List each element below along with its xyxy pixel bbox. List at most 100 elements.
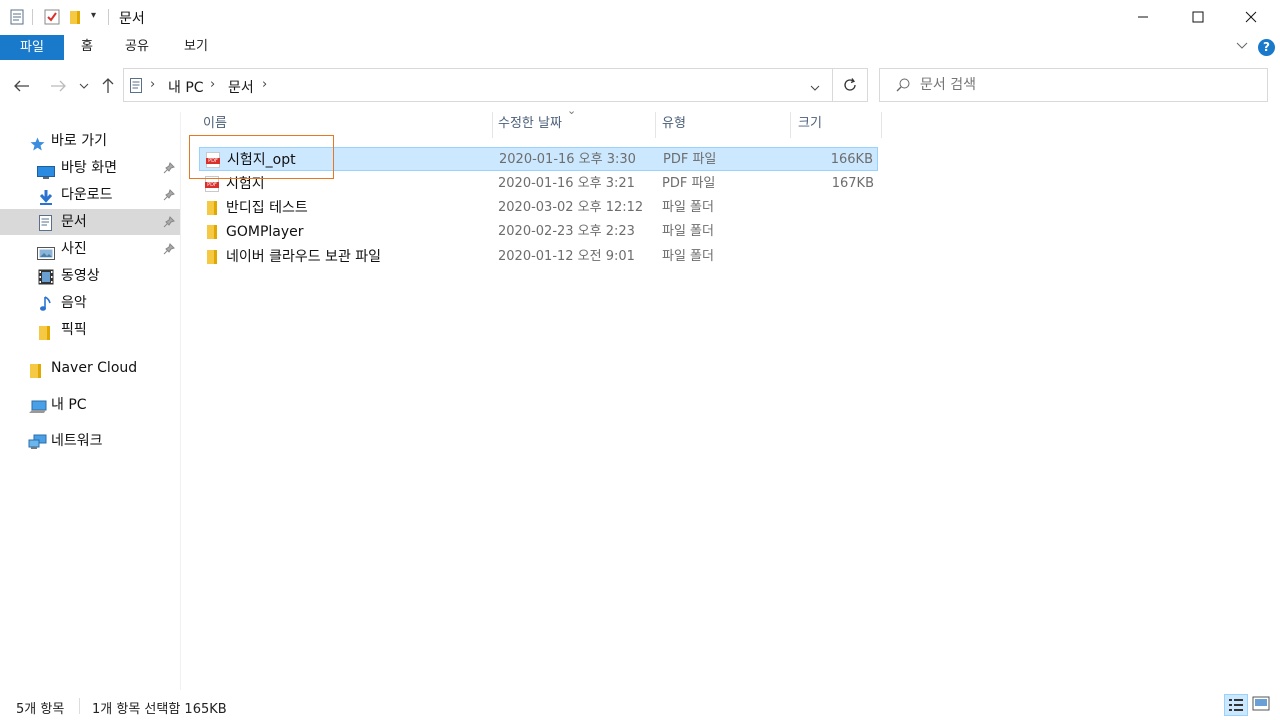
window-title: 문서 — [119, 11, 145, 27]
maximize-button[interactable] — [1175, 0, 1221, 34]
nav-item-this-pc[interactable]: 내 PC — [0, 392, 180, 418]
folder-icon — [30, 361, 42, 387]
breadcrumb-separator-icon[interactable]: › — [210, 77, 215, 92]
file-name: 반디집 테스트 — [226, 200, 308, 216]
selection-info: 1개 항목 선택함 165KB — [92, 702, 227, 717]
file-row[interactable]: 네이버 클라우드 보관 파일 2020-01-12 오전 9:01 파일 폴더 — [199, 245, 878, 269]
file-row[interactable]: 반디집 테스트 2020-03-02 오후 12:12 파일 폴더 — [199, 196, 878, 220]
search-icon — [896, 78, 910, 96]
nav-item-label: 사진 — [61, 241, 87, 257]
pin-icon[interactable] — [163, 209, 175, 228]
file-row[interactable]: GOMPlayer 2020-02-23 오후 2:23 파일 폴더 — [199, 220, 878, 244]
search-box[interactable] — [879, 68, 1268, 102]
column-header-size[interactable]: 크기 — [798, 112, 822, 136]
item-count: 5개 항목 — [16, 702, 65, 717]
customize-toolbar-dropdown-icon[interactable]: ▾ — [91, 10, 96, 21]
folder-icon — [207, 250, 217, 264]
nav-quick-access-label: 바로 가기 — [51, 133, 107, 149]
pin-icon[interactable] — [163, 182, 175, 201]
status-bar: 5개 항목 1개 항목 선택함 165KB — [0, 692, 1280, 720]
address-bar[interactable]: › 내 PC › 문서 › — [123, 68, 833, 102]
breadcrumb-item-pc[interactable]: 내 PC — [168, 77, 204, 97]
forward-button[interactable] — [47, 74, 69, 98]
nav-quick-access[interactable]: 바로 가기 — [0, 128, 180, 154]
nav-item-naver-cloud[interactable]: Naver Cloud — [0, 355, 180, 381]
tab-home[interactable]: 홈 — [81, 34, 93, 60]
folder-icon — [39, 323, 51, 349]
refresh-button[interactable] — [833, 68, 868, 102]
title-bar: ▾ 문서 — [0, 0, 1280, 34]
nav-item-desktop[interactable]: 바탕 화면 — [0, 155, 180, 181]
divider — [108, 9, 109, 25]
file-type: PDF 파일 — [662, 176, 716, 191]
tab-view[interactable]: 보기 — [184, 34, 208, 60]
nav-item-label: 네트워크 — [51, 433, 103, 449]
column-divider[interactable] — [655, 112, 656, 138]
file-type: 파일 폴더 — [662, 224, 714, 239]
nav-item-downloads[interactable]: 다운로드 — [0, 182, 180, 208]
nav-item-label: 바탕 화면 — [61, 160, 117, 176]
nav-item-label: 음악 — [61, 295, 87, 311]
file-type: 파일 폴더 — [662, 249, 714, 264]
pin-icon[interactable] — [163, 236, 175, 255]
large-icons-view-button[interactable] — [1252, 696, 1270, 716]
tab-file[interactable]: 파일 — [0, 35, 64, 60]
pc-icon — [28, 398, 47, 424]
details-view-button[interactable] — [1224, 694, 1248, 716]
pin-icon[interactable] — [163, 155, 175, 174]
properties-icon[interactable] — [44, 9, 60, 25]
nav-item-label: 픽픽 — [61, 322, 87, 338]
address-history-dropdown-icon[interactable] — [810, 81, 820, 96]
close-button[interactable] — [1228, 0, 1274, 34]
file-name: GOMPlayer — [226, 224, 304, 240]
nav-item-label: 내 PC — [51, 397, 87, 413]
breadcrumb-separator-icon[interactable]: › — [150, 77, 155, 92]
nav-item-label: 문서 — [61, 214, 87, 230]
file-date: 2020-03-02 오후 12:12 — [498, 200, 644, 215]
file-size: 167KB — [831, 176, 874, 191]
folder-icon — [207, 201, 217, 215]
search-input[interactable] — [920, 75, 1250, 95]
up-button[interactable] — [97, 74, 119, 98]
file-date: 2020-02-23 오후 2:23 — [498, 224, 635, 239]
column-divider[interactable] — [790, 112, 791, 138]
document-app-icon — [10, 9, 24, 25]
nav-item-label: 다운로드 — [61, 187, 113, 203]
nav-item-documents[interactable]: 문서 — [0, 209, 180, 235]
column-header-type[interactable]: 유형 — [662, 112, 686, 136]
column-header-name[interactable]: 이름 — [203, 112, 227, 136]
network-icon — [28, 433, 47, 459]
recent-locations-dropdown-icon[interactable] — [76, 74, 92, 98]
large-icons-view-icon — [1252, 696, 1270, 711]
tab-share[interactable]: 공유 — [125, 34, 149, 60]
file-name: 네이버 클라우드 보관 파일 — [226, 249, 382, 265]
nav-item-label: 동영상 — [61, 268, 100, 284]
folder-icon — [207, 225, 217, 239]
file-date: 2020-01-16 오후 3:30 — [499, 152, 636, 167]
help-icon[interactable]: ? — [1258, 39, 1275, 56]
expand-ribbon-chevron-icon[interactable] — [1236, 40, 1248, 54]
document-icon — [130, 78, 142, 97]
breadcrumb-separator-icon[interactable]: › — [262, 77, 267, 92]
minimize-button[interactable] — [1120, 0, 1166, 34]
nav-item-network[interactable]: 네트워크 — [0, 428, 180, 454]
details-view-icon — [1229, 699, 1243, 711]
file-type: PDF 파일 — [663, 152, 717, 167]
column-divider[interactable] — [881, 112, 882, 138]
column-divider[interactable] — [492, 112, 493, 138]
pane-divider[interactable] — [180, 112, 181, 690]
file-size: 166KB — [830, 152, 873, 167]
nav-item-pictures[interactable]: 사진 — [0, 236, 180, 262]
nav-item-videos[interactable]: 동영상 — [0, 263, 180, 289]
new-folder-icon[interactable] — [68, 9, 82, 25]
column-header-date[interactable]: 수정한 날짜 — [498, 112, 562, 136]
divider — [32, 9, 33, 25]
nav-item-picpick[interactable]: 픽픽 — [0, 317, 180, 343]
nav-item-music[interactable]: 음악 — [0, 290, 180, 316]
back-button[interactable] — [11, 74, 33, 98]
file-date: 2020-01-12 오전 9:01 — [498, 249, 635, 264]
refresh-icon — [844, 78, 856, 91]
nav-item-label: Naver Cloud — [51, 360, 138, 376]
sort-descending-icon: ⌄ — [567, 104, 577, 117]
breadcrumb-item-documents[interactable]: 문서 — [228, 77, 254, 97]
